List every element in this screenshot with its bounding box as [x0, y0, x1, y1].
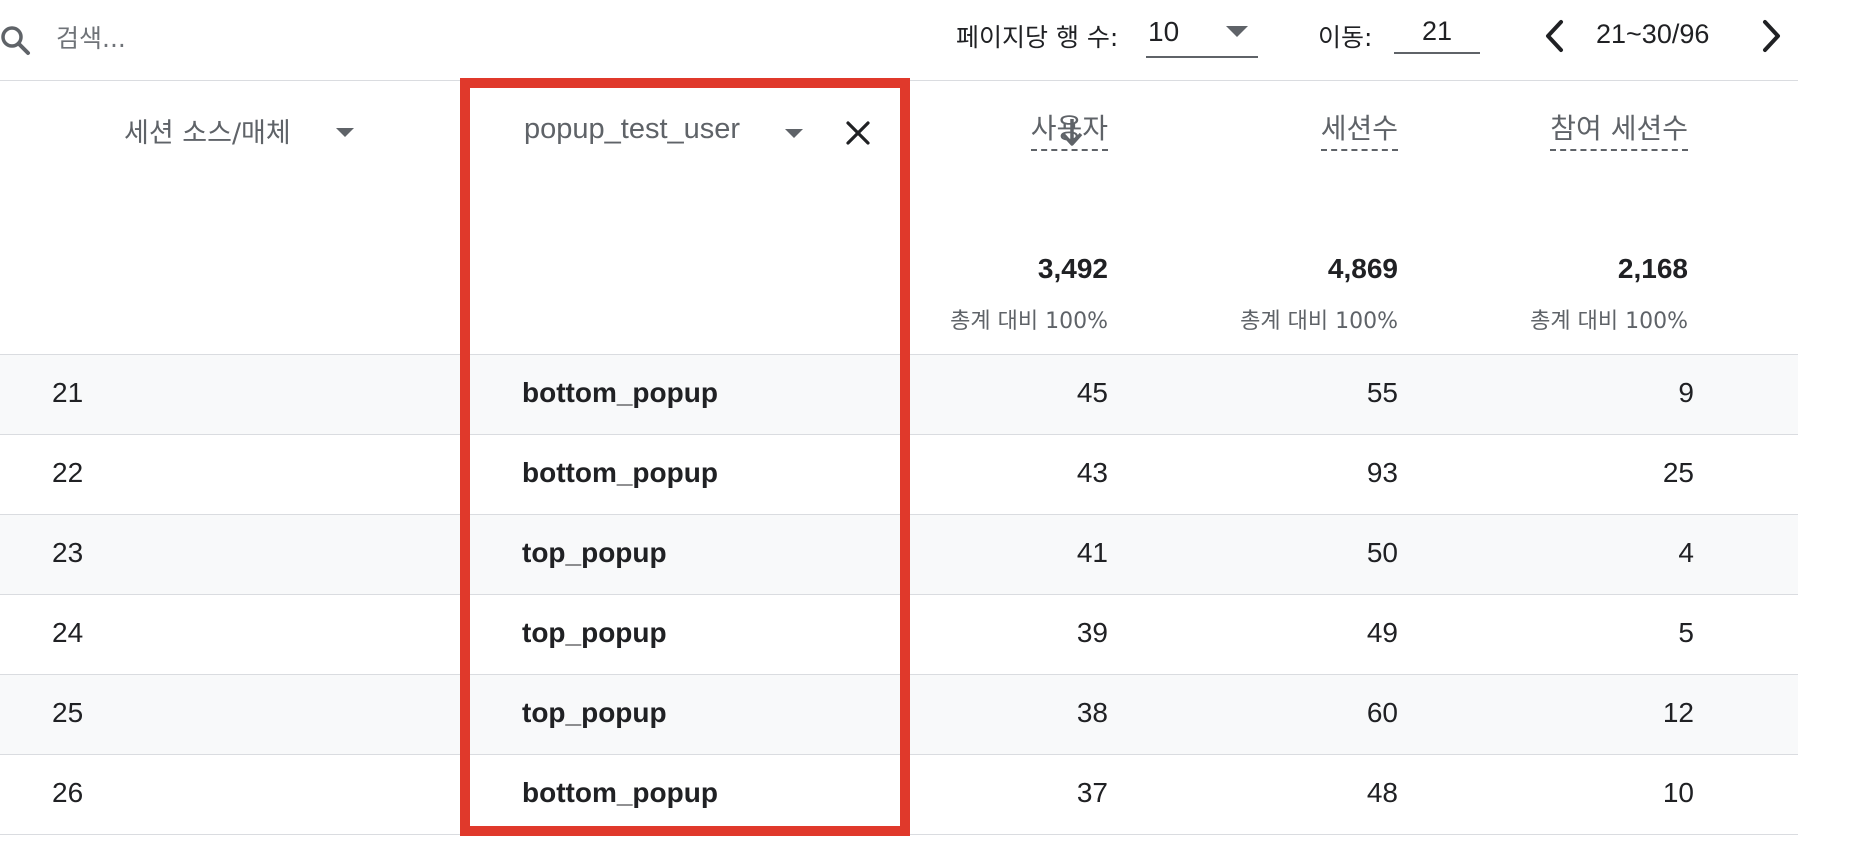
row-dimension-value: top_popup [522, 617, 667, 648]
dimension1-header[interactable]: 세션 소스/매체 [124, 111, 291, 150]
page-range-text: 21~30/96 [1596, 19, 1710, 49]
table-row[interactable]: 25 top_popup 38 60 12 [0, 675, 1798, 755]
search-icon[interactable] [0, 22, 36, 62]
row-engaged-sessions: 4 [1678, 537, 1694, 568]
close-icon[interactable] [842, 117, 874, 149]
row-engaged-sessions: 25 [1662, 457, 1694, 488]
row-dimension-value: top_popup [522, 537, 667, 568]
row-engaged-sessions: 10 [1662, 777, 1694, 808]
row-sessions: 55 [1366, 377, 1398, 408]
total-users-pct: 총계 대비 100% [950, 309, 1108, 334]
total-users: 3,492 [1037, 253, 1108, 284]
dimension2-header[interactable]: popup_test_user [524, 113, 740, 146]
row-engaged-sessions: 12 [1662, 697, 1694, 728]
table-row[interactable]: 26 bottom_popup 37 48 10 [0, 755, 1798, 835]
total-engaged-sessions-pct: 총계 대비 100% [1530, 309, 1688, 334]
rows-per-page-value: 10 [1148, 16, 1180, 47]
row-dimension-value: bottom_popup [522, 457, 718, 488]
row-index: 23 [52, 537, 84, 568]
rows-per-page-select[interactable]: 10 [1146, 10, 1258, 58]
goto-label: 이동: [1318, 23, 1373, 52]
total-sessions: 4,869 [1327, 253, 1398, 284]
table-row[interactable]: 21 bottom_popup 45 55 9 [0, 355, 1798, 435]
table-toolbar: 페이지당 행 수: 10 이동: 21~30/96 [0, 0, 1800, 80]
row-sessions: 49 [1366, 617, 1398, 648]
search-input[interactable] [56, 18, 356, 58]
row-index: 25 [52, 697, 84, 728]
row-dimension-value: bottom_popup [522, 377, 718, 408]
dimension2-caret-down-icon[interactable] [785, 129, 803, 138]
row-index: 22 [52, 457, 84, 488]
caret-down-icon [1226, 26, 1248, 37]
row-sessions: 93 [1366, 457, 1398, 488]
row-users: 37 [1076, 777, 1108, 808]
chevron-right-icon[interactable] [1756, 16, 1786, 56]
row-index: 21 [52, 377, 84, 408]
row-users: 41 [1076, 537, 1108, 568]
row-index: 26 [52, 777, 84, 808]
row-sessions: 60 [1366, 697, 1398, 728]
goto-page-input[interactable] [1394, 10, 1480, 54]
row-users: 39 [1076, 617, 1108, 648]
total-sessions-pct: 총계 대비 100% [1240, 309, 1398, 334]
table-row[interactable]: 24 top_popup 39 49 5 [0, 595, 1798, 675]
chevron-left-icon[interactable] [1540, 16, 1570, 56]
row-users: 45 [1076, 377, 1108, 408]
row-engaged-sessions: 5 [1678, 617, 1694, 648]
metric-header-engaged-sessions[interactable]: 참여 세션수 [1550, 107, 1688, 151]
table-row[interactable]: 23 top_popup 41 50 4 [0, 515, 1798, 595]
row-engaged-sessions: 9 [1678, 377, 1694, 408]
row-sessions: 50 [1366, 537, 1398, 568]
table-header: 세션 소스/매체 popup_test_user 사용자 세션수 참여 세션수 … [0, 81, 1798, 354]
row-users: 43 [1076, 457, 1108, 488]
table-row[interactable]: 22 bottom_popup 43 93 25 [0, 435, 1798, 515]
row-dimension-value: bottom_popup [522, 777, 718, 808]
row-users: 38 [1076, 697, 1108, 728]
row-index: 24 [52, 617, 84, 648]
dimension1-caret-down-icon[interactable] [336, 128, 354, 137]
row-dimension-value: top_popup [522, 697, 667, 728]
total-engaged-sessions: 2,168 [1617, 253, 1688, 284]
metric-header-users[interactable]: 사용자 [1030, 107, 1108, 151]
table-body: 21 bottom_popup 45 55 9 22 bottom_popup … [0, 355, 1798, 835]
rows-per-page-label: 페이지당 행 수: [956, 23, 1119, 52]
metric-header-sessions[interactable]: 세션수 [1320, 107, 1398, 151]
row-sessions: 48 [1366, 777, 1398, 808]
